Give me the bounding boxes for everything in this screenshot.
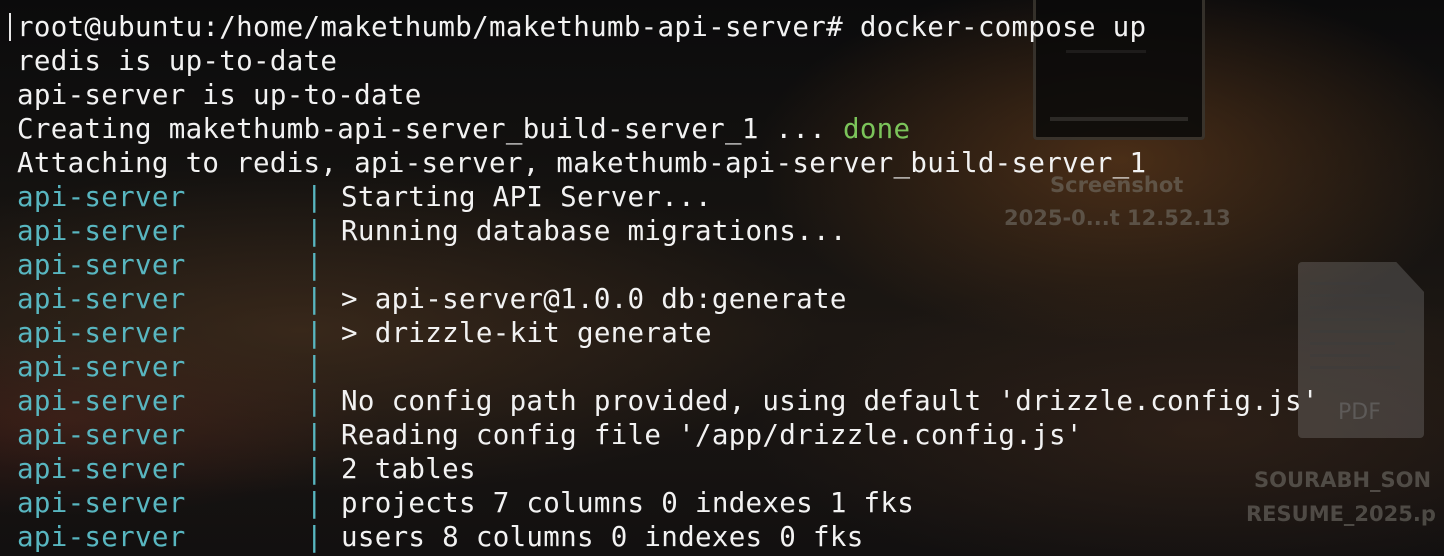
creating-line: Creating makethumb-api-server_build-serv… (17, 112, 910, 146)
service-prefix: api-server (17, 385, 186, 417)
service-prefix: api-server (17, 215, 186, 247)
service-prefix: api-server (17, 419, 186, 451)
service-prefix: api-server (17, 317, 186, 349)
log-line: api-server | projects 7 columns 0 indexes … (17, 486, 914, 520)
log-line: api-server | > drizzle-kit generate (17, 316, 712, 350)
log-separator: | (306, 419, 323, 451)
command-prompt-line: root@ubuntu:/home/makethumb/makethumb-ap… (17, 11, 1147, 43)
log-line: api-server | (17, 248, 341, 282)
log-separator: | (306, 351, 323, 383)
attaching-line: Attaching to redis, api-server, makethum… (17, 147, 1147, 179)
log-separator: | (306, 249, 323, 281)
log-message: No config path provided, using default '… (341, 385, 1319, 417)
log-separator: | (306, 521, 323, 553)
log-line: api-server | users 8 columns 0 indexes 0 f… (17, 520, 864, 554)
log-separator: | (306, 317, 323, 349)
log-line: api-server | 2 tables (17, 452, 476, 486)
log-separator: | (306, 487, 323, 519)
desktop-screen: Screenshot 2025-0...t 12.52.13 PDF SOURA… (0, 0, 1444, 556)
log-separator: | (306, 453, 323, 485)
status-line-api-server: api-server is up-to-date (17, 79, 422, 111)
creating-text: Creating makethumb-api-server_build-serv… (17, 113, 843, 145)
status-line-redis: redis is up-to-date (17, 45, 338, 77)
service-prefix: api-server (17, 487, 186, 519)
done-status: done (842, 113, 911, 145)
log-message: > api-server@1.0.0 db:generate (341, 283, 847, 315)
log-line: api-server | > api-server@1.0.0 db:generat… (17, 282, 847, 316)
log-line: api-server | Running database migrations..… (17, 214, 847, 248)
log-message: projects 7 columns 0 indexes 1 fks (341, 487, 915, 519)
log-message: Reading config file '/app/drizzle.config… (341, 419, 1083, 451)
log-message: Starting API Server... (341, 181, 712, 213)
log-separator: | (306, 385, 323, 417)
log-line: api-server | Starting API Server... (17, 180, 712, 214)
log-line: api-server | No config path provided, usin… (17, 384, 1319, 418)
log-message: Running database migrations... (341, 215, 847, 247)
service-prefix: api-server (17, 521, 186, 553)
log-message: users 8 columns 0 indexes 0 fks (341, 521, 864, 553)
log-separator: | (306, 283, 323, 315)
log-line: api-server | Reading config file '/app/dri… (17, 418, 1083, 452)
log-line: api-server | (17, 350, 341, 384)
log-separator: | (306, 215, 323, 247)
service-prefix: api-server (17, 453, 186, 485)
service-prefix: api-server (17, 351, 186, 383)
service-prefix: api-server (17, 283, 186, 315)
log-separator: | (306, 181, 323, 213)
log-message: > drizzle-kit generate (341, 317, 712, 349)
terminal-window[interactable]: root@ubuntu:/home/makethumb/makethumb-ap… (0, 0, 1444, 556)
log-message: 2 tables (341, 453, 476, 485)
service-prefix: api-server (17, 249, 186, 281)
terminal-cursor (9, 13, 11, 41)
service-prefix: api-server (17, 181, 186, 213)
